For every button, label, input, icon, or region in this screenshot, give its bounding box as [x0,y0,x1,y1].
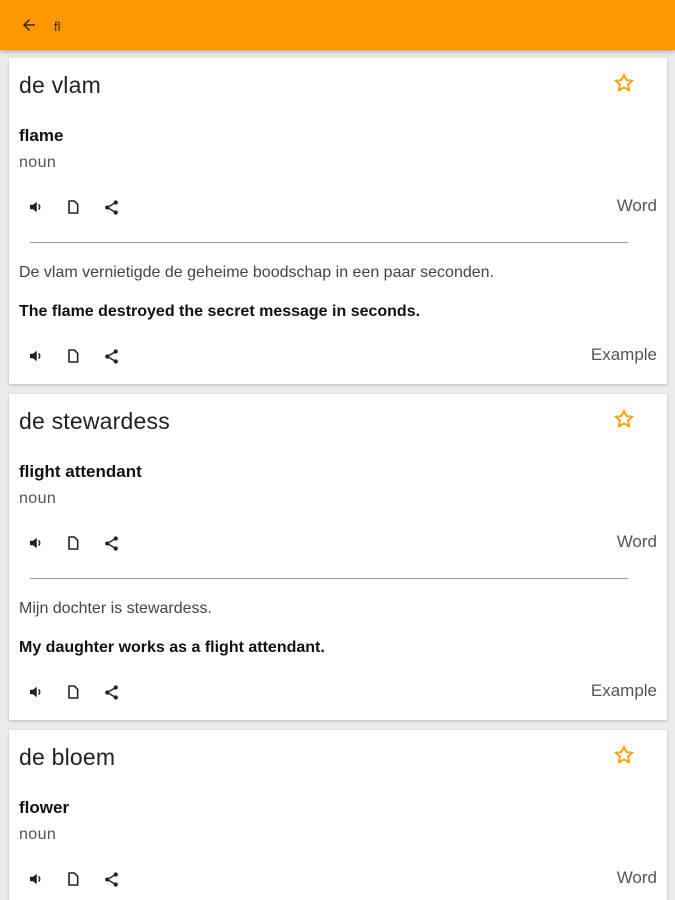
translation: flight attendant [19,462,142,481]
share-button[interactable] [103,193,141,221]
part-of-speech: noun [19,154,57,171]
divider [30,242,628,243]
copy-icon [68,685,79,699]
example-type-label: Example [590,681,657,700]
example-actions [27,342,141,370]
share-icon [105,535,118,551]
word-card: de bloem flower noun Word [9,730,667,900]
part-of-speech: noun [19,826,57,843]
translation: flame [19,126,64,145]
speaker-icon [30,873,41,885]
share-icon [105,348,118,364]
share-button[interactable] [103,678,141,706]
star-outline-icon [614,73,634,92]
word-actions [27,529,141,557]
share-icon [105,684,118,700]
term: de bloem [19,744,116,770]
copy-icon [68,536,79,550]
favorite-button[interactable] [613,744,637,768]
word-type-label: Word [616,532,657,551]
translation: flower [19,798,70,817]
example-actions [27,678,141,706]
copy-icon [68,349,79,363]
copy-icon [68,872,79,886]
word-type-label: Word [616,196,657,215]
example-source: Mijn dochter is stewardess. [19,600,212,617]
example-translation: My daughter works as a flight attendant. [19,639,325,656]
speaker-icon [30,686,41,698]
word-actions [27,193,141,221]
play-audio-button[interactable] [27,865,65,893]
star-outline-icon [614,745,634,764]
share-button[interactable] [103,529,141,557]
word-card: de stewardess flight attendant noun Word… [9,394,667,720]
back-button[interactable] [14,10,44,40]
favorite-button[interactable] [613,408,637,432]
speaker-icon [30,537,41,549]
play-audio-button[interactable] [27,342,65,370]
part-of-speech: noun [19,490,57,507]
play-audio-button[interactable] [27,529,65,557]
term: de vlam [19,72,101,98]
star-outline-icon [614,409,634,428]
term: de stewardess [19,408,170,434]
copy-icon [68,200,79,214]
word-card: de vlam flame noun Word De vlam vernieti… [9,58,667,384]
word-type-label: Word [616,868,657,887]
example-translation: The flame destroyed the secret message i… [19,303,421,320]
share-icon [105,199,118,215]
copy-button[interactable] [65,678,103,706]
word-actions [27,865,141,893]
favorite-button[interactable] [613,72,637,96]
share-icon [105,871,118,887]
search-query[interactable]: fl [54,19,61,34]
copy-button[interactable] [65,193,103,221]
speaker-icon [30,350,41,362]
divider [30,578,628,579]
speaker-icon [30,201,41,213]
play-audio-button[interactable] [27,193,65,221]
copy-button[interactable] [65,865,103,893]
app-bar: fl [0,0,675,50]
play-audio-button[interactable] [27,678,65,706]
share-button[interactable] [103,865,141,893]
example-type-label: Example [590,345,657,364]
share-button[interactable] [103,342,141,370]
copy-button[interactable] [65,342,103,370]
arrow-left-icon [23,19,35,31]
example-source: De vlam vernietigde de geheime boodschap… [19,264,494,281]
copy-button[interactable] [65,529,103,557]
